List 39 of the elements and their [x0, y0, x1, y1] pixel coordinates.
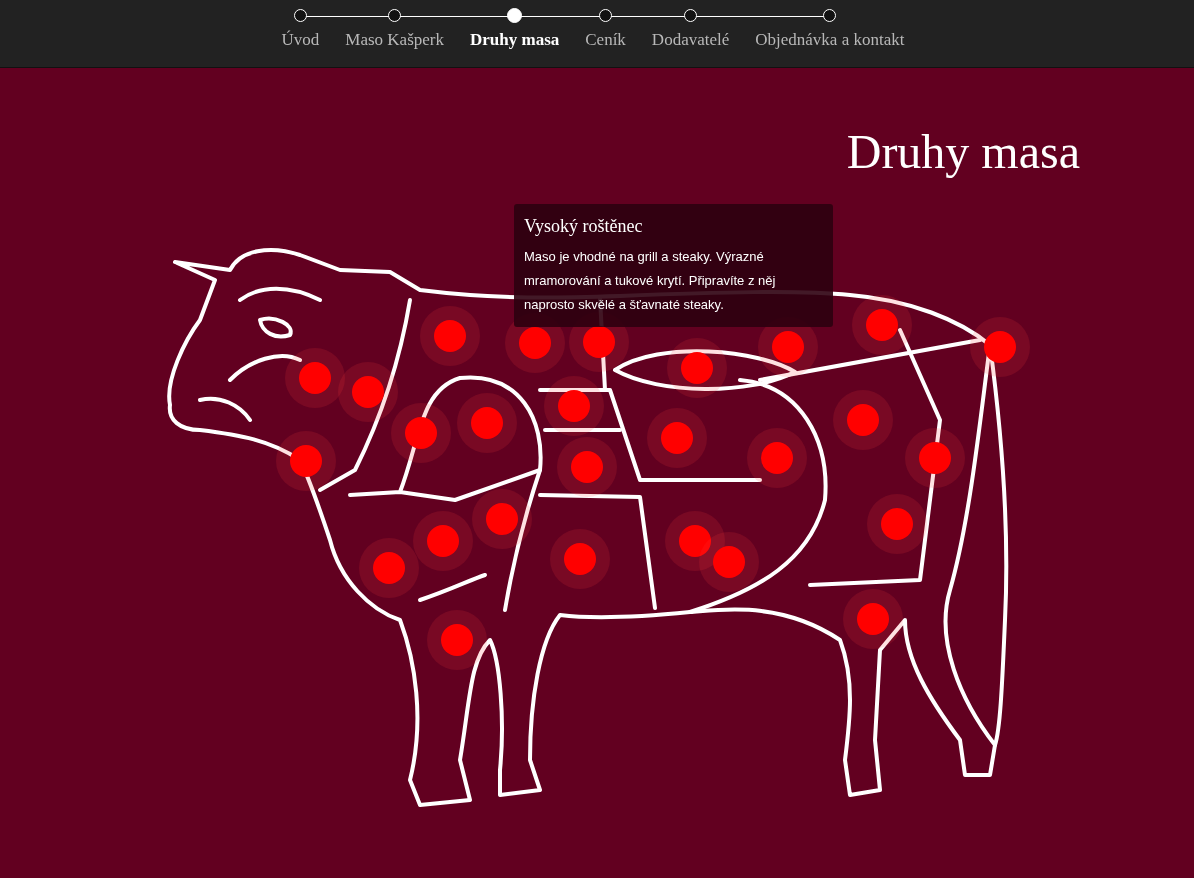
- step-dot[interactable]: [823, 9, 837, 22]
- tooltip-text: Maso je vhodné na grill a steaky. Výrazné mramorování a tukové krytí. Připravíte z něj naprosto skvělé a šťavnaté steaky.: [524, 248, 777, 314]
- step-dot[interactable]: [507, 8, 523, 23]
- hotspot-marker[interactable]: [905, 428, 965, 488]
- step-dot[interactable]: [388, 9, 402, 22]
- step-dot[interactable]: [293, 9, 307, 22]
- hotspot-marker[interactable]: [747, 428, 807, 488]
- hotspot-marker[interactable]: [852, 295, 912, 355]
- tooltip-title: Vysoký roštěnec: [524, 215, 644, 238]
- hotspot-marker[interactable]: [276, 431, 336, 491]
- hotspot-marker[interactable]: [457, 393, 517, 453]
- hotspot-marker[interactable]: [867, 494, 927, 554]
- hotspot-marker[interactable]: [699, 532, 759, 592]
- nav-link[interactable]: Ceník: [585, 30, 626, 50]
- nav-link[interactable]: Objednávka a kontakt: [755, 30, 905, 50]
- hotspot-marker[interactable]: [427, 610, 487, 670]
- hotspot-marker[interactable]: [833, 390, 893, 450]
- hotspot-marker[interactable]: [550, 529, 610, 589]
- nav-link[interactable]: Druhy masa: [470, 30, 560, 50]
- hotspot-marker[interactable]: [557, 437, 617, 497]
- page-title: Druhy masa: [845, 124, 1081, 180]
- hotspot-marker[interactable]: [667, 338, 727, 398]
- hotspot-marker[interactable]: [970, 317, 1030, 377]
- step-dot[interactable]: [599, 9, 613, 22]
- hotspot-marker[interactable]: [391, 403, 451, 463]
- hotspot-marker[interactable]: [413, 511, 473, 571]
- hotspot-marker[interactable]: [285, 348, 345, 408]
- hotspot-marker[interactable]: [647, 408, 707, 468]
- hotspot-marker[interactable]: [338, 362, 398, 422]
- nav-link[interactable]: Dodavatelé: [651, 30, 730, 50]
- nav-link[interactable]: Úvod: [281, 30, 320, 50]
- hotspot-marker[interactable]: [665, 511, 725, 571]
- hotspot-marker[interactable]: [472, 489, 532, 549]
- hotspot-marker[interactable]: [359, 538, 419, 598]
- hotspot-marker[interactable]: [843, 589, 903, 649]
- hotspot-marker[interactable]: [420, 306, 480, 366]
- step-dot[interactable]: [684, 9, 698, 22]
- hotspot-marker[interactable]: [544, 376, 604, 436]
- nav-link[interactable]: Maso Kašperk: [345, 30, 444, 50]
